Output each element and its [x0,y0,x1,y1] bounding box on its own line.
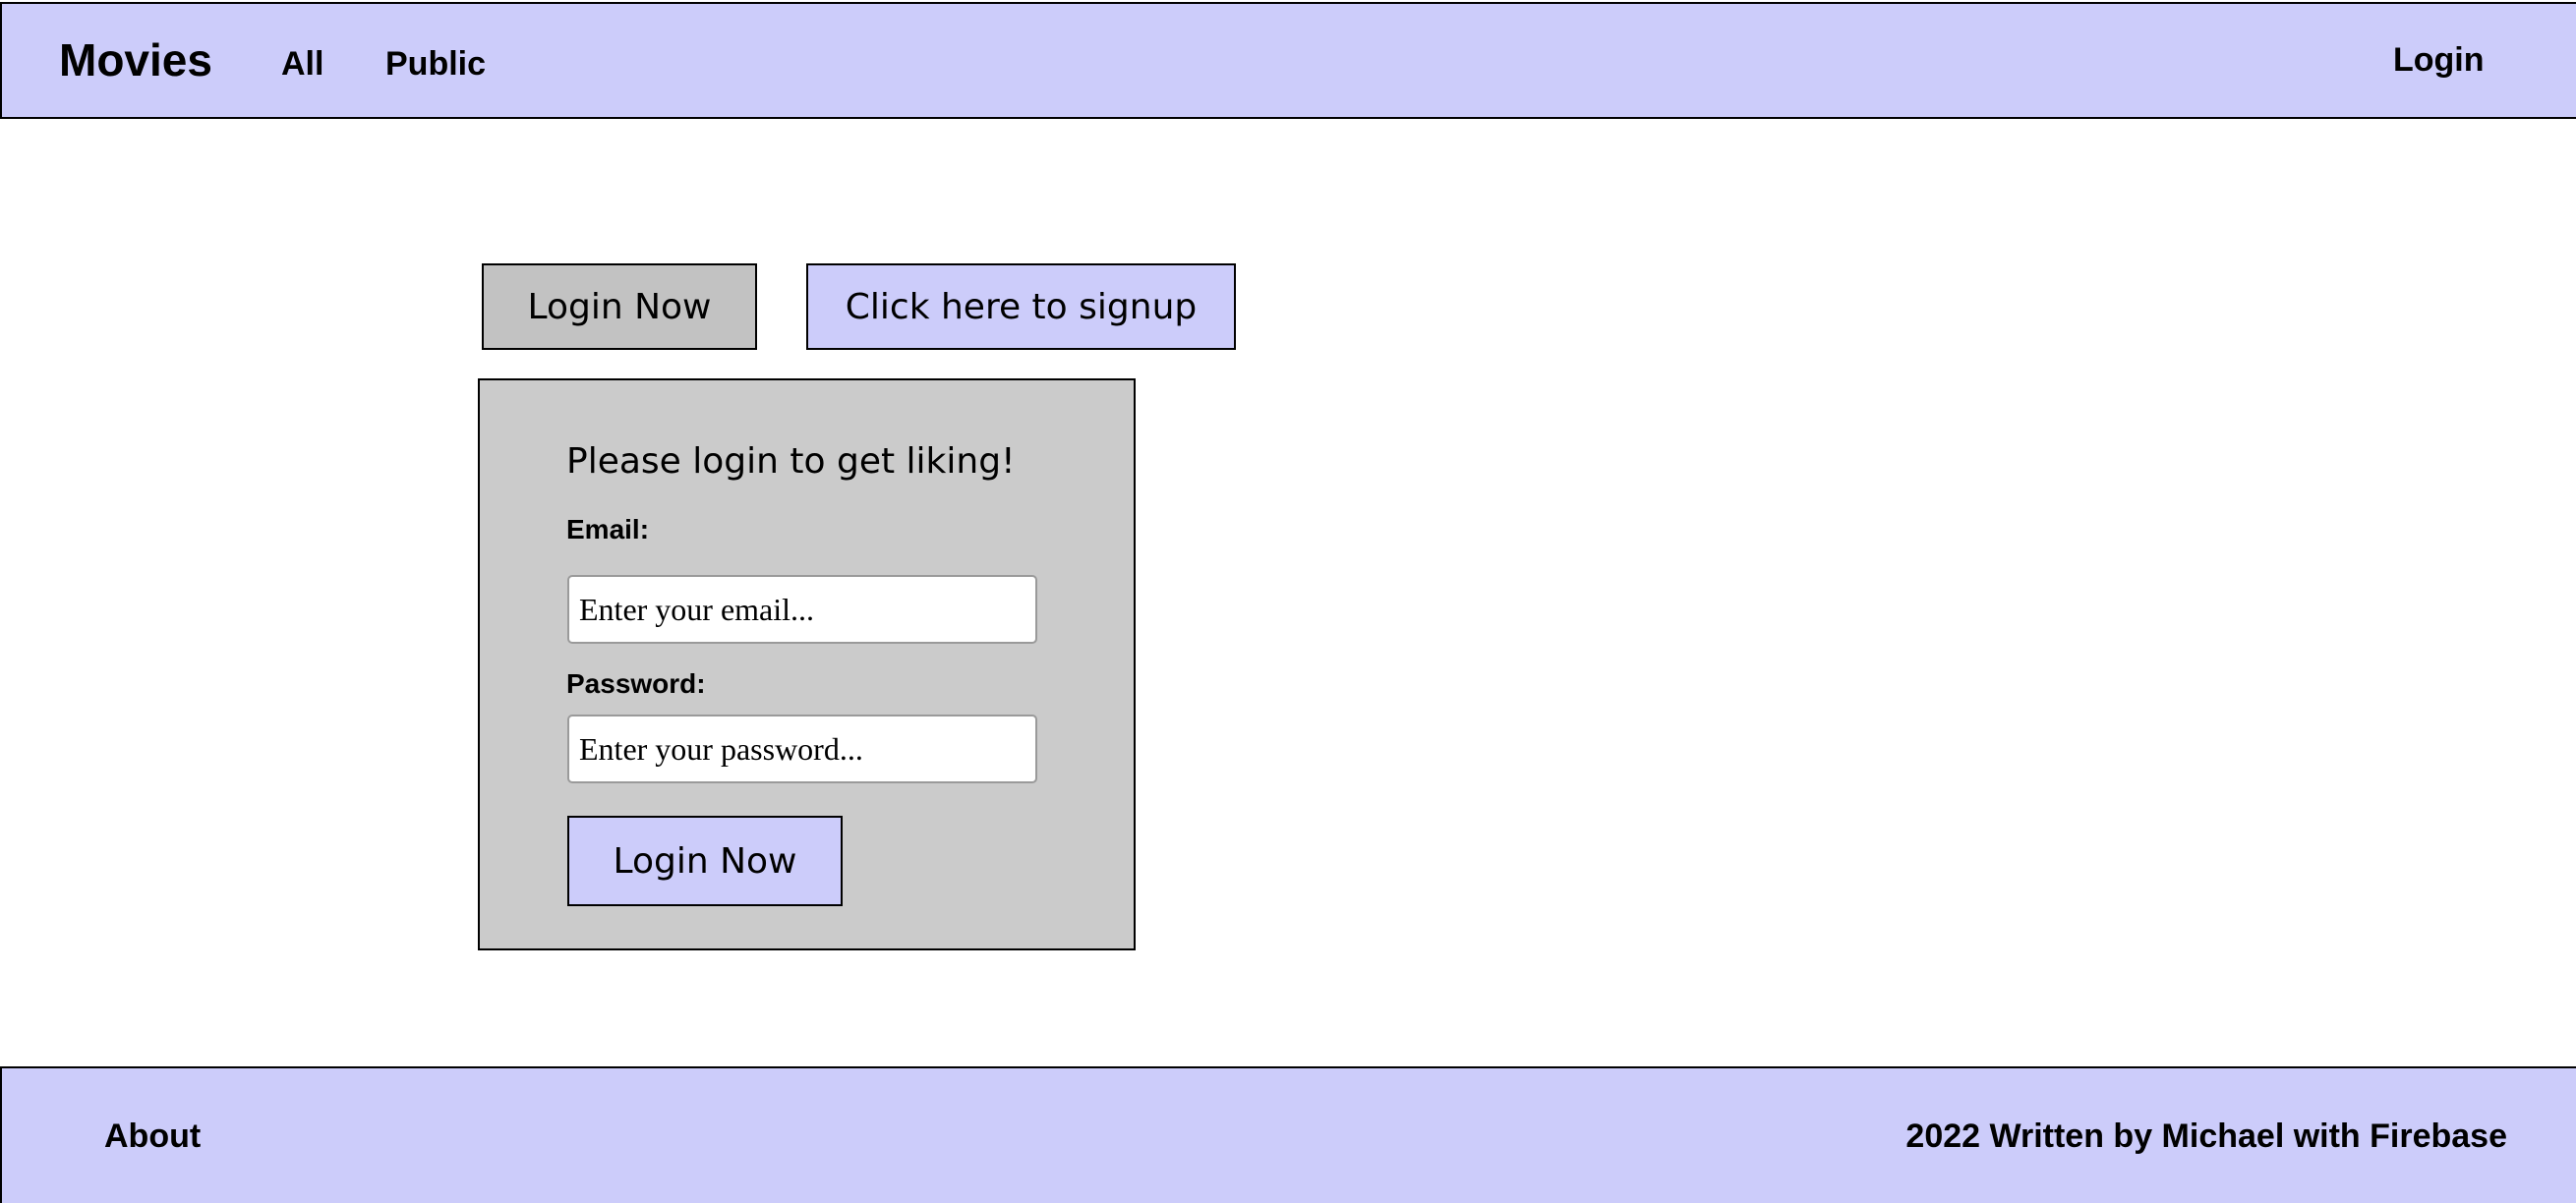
password-label: Password: [566,668,706,699]
signup-tab-button[interactable]: Click here to signup [806,263,1236,350]
password-field[interactable] [567,715,1037,783]
top-navbar: Movies All Public Login [0,2,2576,119]
login-now-tab-button[interactable]: Login Now [482,263,757,350]
nav-link-all[interactable]: All [281,45,323,84]
login-form-panel: Please login to get liking! Email: Passw… [478,378,1136,950]
footer-about-link[interactable]: About [104,1117,201,1156]
nav-link-login[interactable]: Login [2393,41,2485,80]
footer: About 2022 Written by Michael with Fireb… [0,1066,2576,1203]
login-submit-button[interactable]: Login Now [567,816,843,906]
login-form-heading: Please login to get liking! [566,441,1016,482]
nav-link-public[interactable]: Public [385,45,486,84]
footer-credit-text: 2022 Written by Michael with Firebase [1905,1117,2507,1155]
email-label: Email: [566,514,650,544]
brand-logo-text[interactable]: Movies [59,33,212,86]
email-field[interactable] [567,575,1037,644]
